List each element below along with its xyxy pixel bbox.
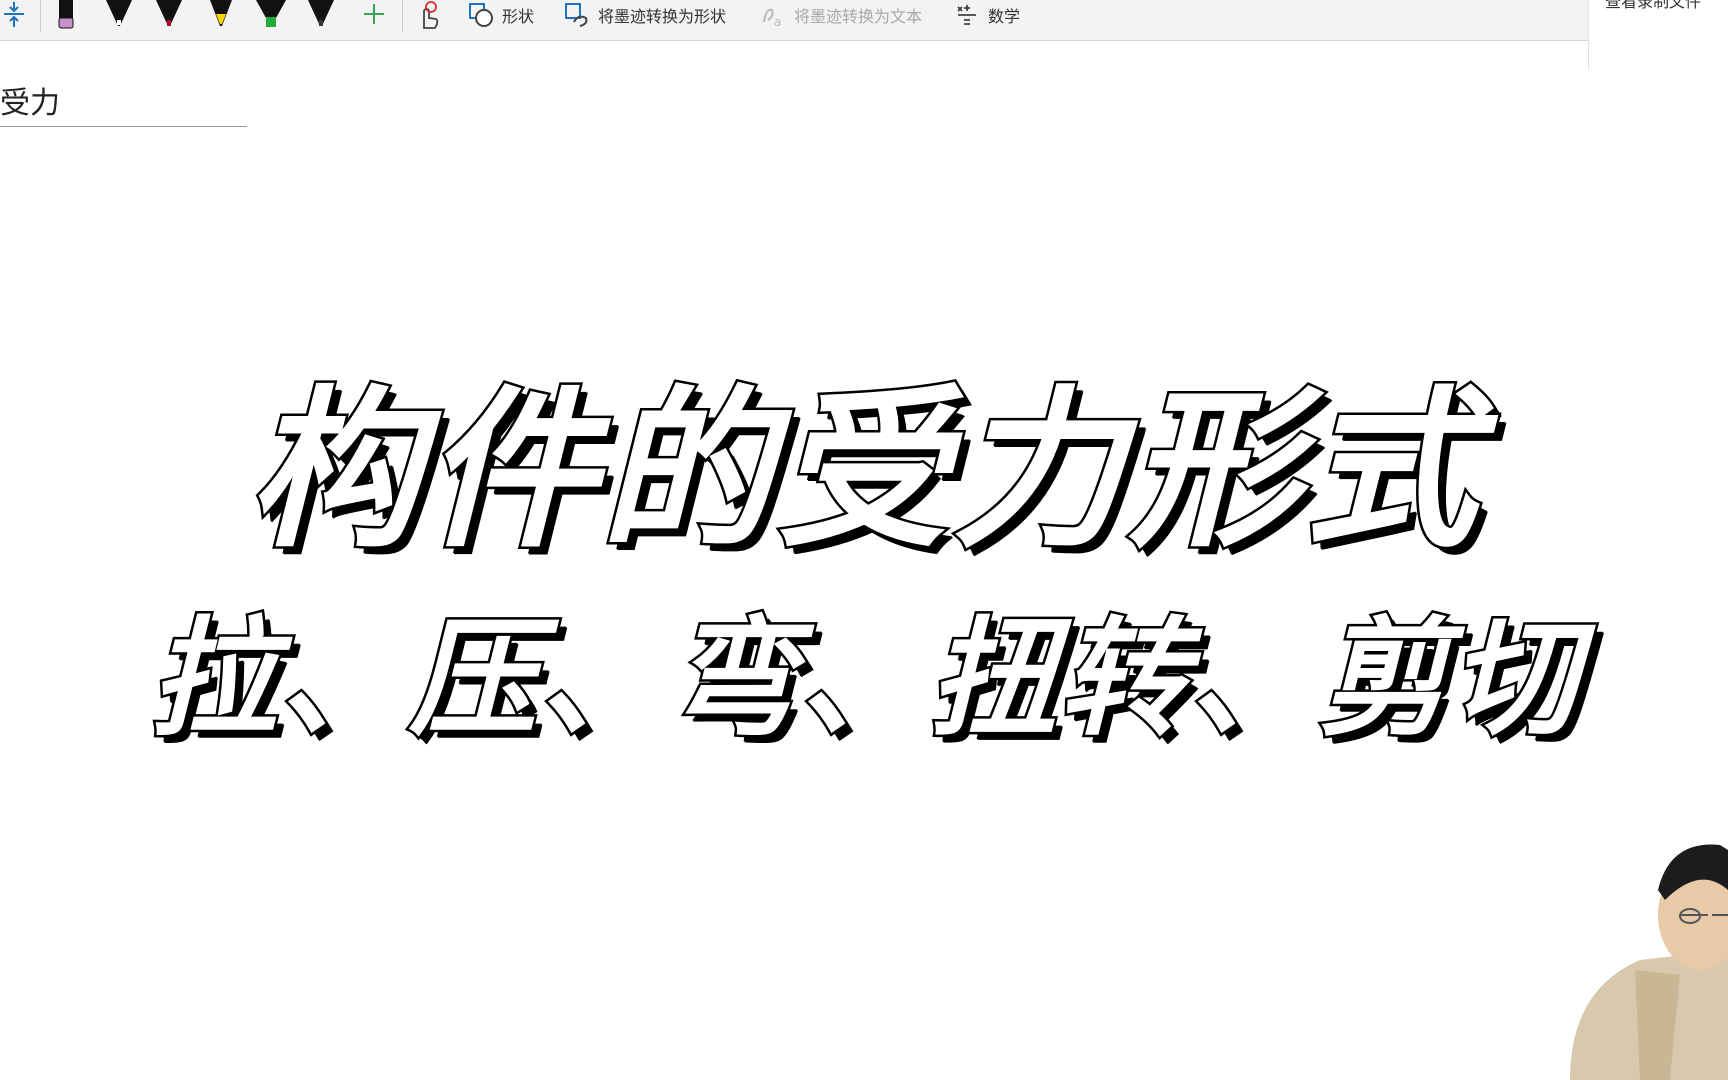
presenter-image: [1570, 844, 1728, 1080]
white-pen-icon[interactable]: [104, 0, 134, 30]
side-panel: 查看录制文件: [1588, 0, 1728, 70]
math-tool[interactable]: 数学: [954, 0, 1020, 30]
toolbar-separator: [40, 0, 41, 32]
math-icon: [957, 5, 976, 25]
add-pen-icon[interactable]: [362, 0, 386, 30]
ink-to-shape-label: 将墨迹转换为形状: [598, 7, 727, 26]
insert-space-icon[interactable]: [2, 0, 26, 30]
shape-icon: [469, 3, 493, 27]
page-title[interactable]: 受力: [0, 78, 60, 122]
red-pen-icon[interactable]: [154, 0, 184, 30]
pencil-icon[interactable]: [206, 0, 236, 30]
ink-to-text-tool: a 将墨迹转换为文本: [760, 0, 922, 30]
shape-tool[interactable]: 形状: [468, 0, 534, 30]
shape-label: 形状: [502, 7, 535, 26]
touch-draw-icon[interactable]: [414, 0, 444, 30]
math-label: 数学: [988, 7, 1021, 26]
subline-text: 拉、压、弯、扭转、剪切: [146, 603, 1579, 757]
drawing-toolbar: 形状 将墨迹转换为形状 a 将墨迹转换为文本 数学: [0, 0, 1588, 41]
black-pen-icon[interactable]: [306, 0, 336, 30]
title-underline: [0, 126, 247, 127]
view-recording-link[interactable]: 查看录制文件: [1605, 0, 1701, 12]
ink-to-shape-tool[interactable]: 将墨迹转换为形状: [564, 0, 726, 30]
green-highlighter-icon[interactable]: [256, 0, 286, 30]
highlighter-pen-icon[interactable]: [54, 0, 78, 30]
webcam-overlay: [1530, 820, 1728, 1080]
ink-to-text-label: 将墨迹转换为文本: [794, 7, 923, 26]
ink-to-text-icon: a: [763, 8, 781, 28]
svg-text:a: a: [774, 15, 781, 28]
ink-to-shape-icon: [565, 3, 588, 27]
toolbar-separator: [402, 0, 403, 32]
headline-text: 构件的受力形式: [246, 368, 1480, 574]
